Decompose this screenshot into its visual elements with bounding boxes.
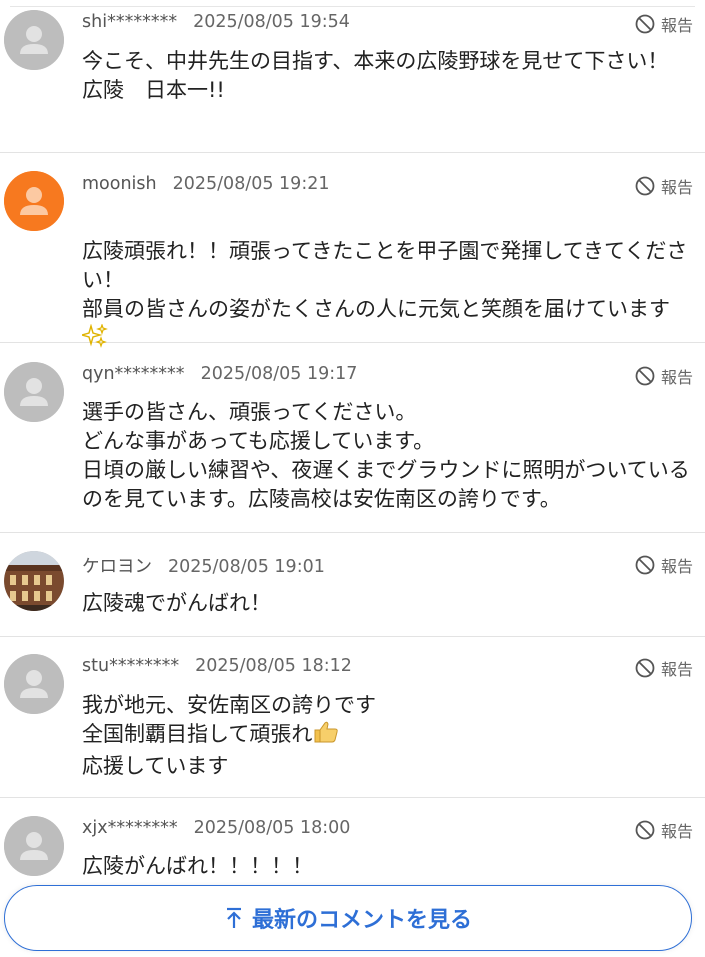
default-avatar-icon bbox=[4, 816, 64, 876]
report-button[interactable]: 報告 bbox=[634, 656, 693, 680]
timestamp: 2025/08/05 19:21 bbox=[172, 174, 330, 194]
report-label: 報告 bbox=[660, 557, 693, 576]
report-label: 報告 bbox=[660, 178, 693, 197]
block-icon bbox=[635, 658, 655, 678]
report-button[interactable]: 報告 bbox=[634, 553, 693, 577]
report-button[interactable]: 報告 bbox=[634, 12, 693, 36]
latest-comments-label: 最新のコメントを見る bbox=[251, 908, 472, 933]
default-avatar-icon bbox=[4, 362, 64, 422]
user-avatar[interactable] bbox=[4, 654, 64, 714]
comment-meta: shi******** 2025/08/05 19:54 bbox=[82, 12, 350, 32]
username[interactable]: shi******** bbox=[82, 12, 177, 32]
comment-line: 全国制覇目指して頑張れ bbox=[82, 720, 692, 752]
user-avatar[interactable] bbox=[4, 171, 64, 231]
username[interactable]: moonish bbox=[82, 174, 157, 194]
comment-item: moonish 2025/08/05 19:21 報告 広陵頑張れ！！頑張ってきた… bbox=[0, 153, 705, 348]
report-label: 報告 bbox=[660, 368, 693, 387]
block-icon bbox=[635, 366, 655, 386]
comment-meta: stu******** 2025/08/05 18:12 bbox=[82, 656, 352, 676]
username[interactable]: qyn******** bbox=[82, 364, 185, 384]
default-avatar-icon bbox=[4, 654, 64, 714]
block-icon bbox=[635, 820, 655, 840]
report-label: 報告 bbox=[660, 660, 693, 679]
comment-meta: qyn******** 2025/08/05 19:17 bbox=[82, 364, 357, 384]
comment-meta: xjx******** 2025/08/05 18:00 bbox=[82, 818, 350, 838]
report-label: 報告 bbox=[660, 16, 693, 35]
user-avatar[interactable] bbox=[4, 551, 64, 611]
username[interactable]: stu******** bbox=[82, 656, 179, 676]
comment-text: 選手の皆さん、頑張ってください。 どんな事があっても応援しています。 日頃の厳し… bbox=[82, 400, 690, 511]
comment-meta: ケロヨン 2025/08/05 19:01 bbox=[82, 553, 325, 578]
comment-line: 我が地元、安佐南区の誇りです bbox=[82, 693, 376, 717]
user-avatar[interactable] bbox=[4, 10, 64, 70]
timestamp: 2025/08/05 19:01 bbox=[168, 557, 325, 577]
comment-item: ケロヨン 2025/08/05 19:01 報告 広陵魂でがんばれ！ bbox=[0, 533, 705, 637]
timestamp: 2025/08/05 18:00 bbox=[193, 818, 351, 838]
comment-line-text: 全国制覇目指して頑張れ bbox=[82, 722, 313, 746]
report-button[interactable]: 報告 bbox=[634, 364, 693, 388]
building-photo-avatar bbox=[4, 551, 64, 611]
timestamp: 2025/08/05 19:54 bbox=[193, 12, 350, 32]
report-button[interactable]: 報告 bbox=[634, 174, 693, 198]
username[interactable]: ケロヨン bbox=[82, 557, 152, 577]
user-avatar[interactable] bbox=[4, 816, 64, 876]
latest-comments-button[interactable]: 最新のコメントを見る bbox=[4, 885, 692, 951]
user-avatar[interactable] bbox=[4, 362, 64, 422]
report-button[interactable]: 報告 bbox=[634, 818, 693, 842]
comment-text: 広陵魂でがんばれ！ bbox=[82, 591, 271, 615]
comment-item: stu******** 2025/08/05 18:12 報告 我が地元、安佐南区… bbox=[0, 637, 705, 798]
comment-item: shi******** 2025/08/05 19:54 報告 今こそ、中井先生の… bbox=[0, 0, 705, 153]
comment-meta: moonish 2025/08/05 19:21 bbox=[82, 174, 329, 194]
thumbs-up-icon bbox=[312, 720, 340, 752]
timestamp: 2025/08/05 19:17 bbox=[200, 364, 358, 384]
block-icon bbox=[635, 176, 655, 196]
comment-item: qyn******** 2025/08/05 19:17 報告 選手の皆さん、頑張… bbox=[0, 343, 705, 533]
default-avatar-icon bbox=[4, 10, 64, 70]
comment-line: 応援しています bbox=[82, 754, 229, 778]
report-label: 報告 bbox=[660, 822, 693, 841]
comment-text: 広陵頑張れ！！頑張ってきたことを甲子園で発揮してきてください！ 部員の皆さんの姿… bbox=[79, 208, 692, 356]
timestamp: 2025/08/05 18:12 bbox=[195, 656, 352, 676]
comment-text-main: 広陵頑張れ！！頑張ってきたことを甲子園で発揮してきてください！ 部員の皆さんの姿… bbox=[82, 239, 688, 321]
comment-text: 広陵がんばれ！！！！！ bbox=[82, 854, 313, 878]
comment-text: 我が地元、安佐南区の誇りです 全国制覇目指して頑張れ 応援しています bbox=[82, 691, 692, 781]
comment-text: 今こそ、中井先生の目指す、本来の広陵野球を見せて下さい！ 広陵 日本一!! bbox=[82, 49, 669, 102]
default-avatar-icon bbox=[4, 171, 64, 231]
block-icon bbox=[635, 555, 655, 575]
username[interactable]: xjx******** bbox=[82, 818, 178, 838]
arrow-up-icon bbox=[226, 907, 241, 928]
block-icon bbox=[635, 14, 655, 34]
